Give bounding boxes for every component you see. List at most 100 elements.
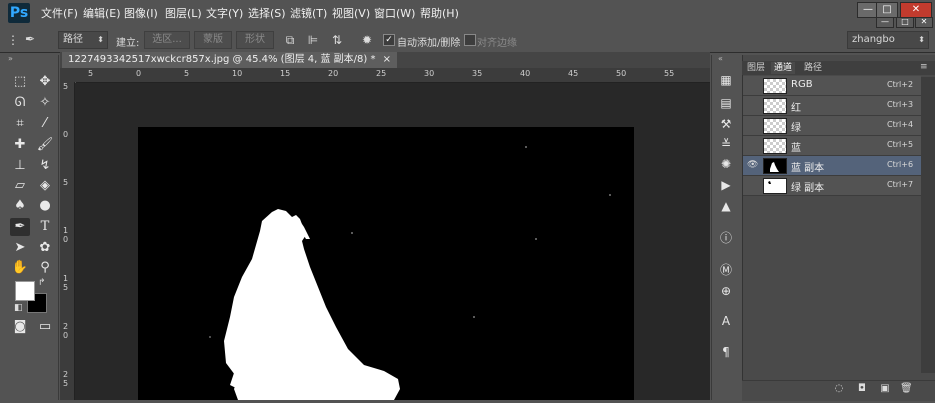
history-panel-icon[interactable]: ▦ [717, 72, 735, 88]
zoom-tool-icon[interactable]: ⚲ [35, 259, 55, 277]
trash-icon[interactable]: 🗑 [900, 383, 913, 395]
align-edges-checkbox[interactable] [464, 34, 476, 46]
eye-icon[interactable]: 👁 [747, 160, 758, 170]
properties-icon[interactable]: ⊕ [717, 283, 735, 299]
foreground-color-swatch[interactable] [15, 281, 35, 301]
make-shape-button[interactable]: 形状 [236, 31, 274, 49]
visibility-toggle[interactable] [747, 120, 757, 130]
channel-row-green[interactable]: 绿 Ctrl+4 [743, 116, 921, 136]
close-tab-icon[interactable]: × [383, 54, 391, 65]
visibility-toggle[interactable] [747, 140, 757, 150]
visibility-toggle[interactable] [747, 180, 757, 190]
menu-filter[interactable]: 滤镜(T) [290, 6, 327, 22]
history-brush-tool-icon[interactable]: ↯ [35, 157, 55, 175]
quick-mask-icon[interactable]: ◙ [10, 318, 30, 336]
tab-layers[interactable]: 图层 [744, 62, 768, 74]
visibility-toggle[interactable] [747, 80, 757, 90]
healing-brush-tool-icon[interactable]: ✚ [10, 136, 30, 154]
menu-select[interactable]: 选择(S) [248, 6, 286, 22]
save-selection-as-channel-icon[interactable]: ◘ [856, 383, 868, 395]
tab-paths[interactable]: 路径 [801, 62, 825, 74]
pen-mode-select[interactable]: 路径 ⬍ [58, 31, 108, 49]
visibility-toggle[interactable] [747, 100, 757, 110]
build-label: 建立: [116, 38, 140, 49]
menu-help[interactable]: 帮助(H) [420, 6, 459, 22]
document-tab[interactable]: 1227493342517xwckcr857x.jpg @ 45.4% (图层 … [62, 52, 398, 68]
blur-tool-icon[interactable]: ♠ [10, 197, 30, 215]
info-icon[interactable]: ⓘ [717, 230, 735, 246]
maximize-button[interactable]: □ [876, 2, 898, 18]
panel-scrollbar[interactable] [921, 77, 935, 373]
eraser-tool-icon[interactable]: ▱ [10, 177, 30, 195]
load-channel-as-selection-icon[interactable]: ◌ [833, 383, 845, 395]
tab-channels[interactable]: 通道 [771, 62, 796, 74]
close-window-button[interactable]: ✕ [900, 2, 932, 18]
channel-row-blue-copy[interactable]: 👁 蓝 副本 Ctrl+6 [743, 156, 921, 176]
paint-bucket-tool-icon[interactable]: ◈ [35, 177, 55, 195]
path-alignment-icon[interactable]: ⊫ [306, 33, 320, 47]
channel-row-red[interactable]: 红 Ctrl+3 [743, 96, 921, 116]
channel-name: 绿 副本 [791, 183, 825, 194]
menu-file[interactable]: 文件(F) [41, 6, 78, 22]
menu-edit[interactable]: 编辑(E) [83, 6, 121, 22]
collapse-icon[interactable]: « [718, 54, 723, 63]
menu-window[interactable]: 窗口(W) [374, 6, 415, 22]
document-canvas[interactable] [138, 127, 634, 400]
new-channel-icon[interactable]: ▣ [879, 383, 891, 395]
type-tool-icon[interactable]: T [35, 218, 55, 236]
ruler-tick-label: 0 [63, 130, 69, 139]
channel-row-blue[interactable]: 蓝 Ctrl+5 [743, 136, 921, 156]
hand-tool-icon[interactable]: ✋ [10, 259, 30, 277]
channel-shortcut: Ctrl+3 [887, 100, 914, 109]
paragraph-panel-icon[interactable]: ¶ [717, 344, 735, 360]
mini-bridge-icon[interactable]: Ⓜ [717, 262, 735, 278]
doc-restore-button[interactable]: □ [896, 17, 914, 28]
actions-panel-icon[interactable]: ▤ [717, 95, 735, 111]
ruler-corner [60, 68, 76, 82]
path-arrangement-icon[interactable]: ⇅ [330, 33, 344, 47]
path-operations-icon[interactable]: ⧉ [283, 33, 297, 47]
lasso-tool-icon[interactable]: ᘏ [10, 94, 30, 112]
character-panel-icon[interactable]: A [717, 313, 735, 329]
histogram-icon[interactable]: ▲ [717, 198, 735, 214]
timeline-icon[interactable]: ▶ [717, 177, 735, 193]
eyedropper-tool-icon[interactable]: ⁄ [35, 115, 55, 133]
swap-colors-icon[interactable]: ↱ [38, 278, 46, 288]
gear-icon[interactable]: ✹ [360, 33, 374, 47]
channel-name: 蓝 [791, 143, 801, 154]
menu-layer[interactable]: 图层(L) [165, 6, 202, 22]
workspace-select[interactable]: zhangbo ⬍ [847, 31, 929, 49]
make-selection-button[interactable]: 选区... [144, 31, 190, 49]
default-colors-icon[interactable]: ◧ [14, 303, 23, 313]
channel-thumbnail [763, 158, 787, 174]
brush-presets-icon[interactable]: ⚒ [717, 116, 735, 132]
doc-minimize-button[interactable]: — [876, 17, 894, 28]
auto-add-delete-checkbox[interactable]: ✓ [383, 34, 395, 46]
channel-row-rgb[interactable]: RGB Ctrl+2 [743, 76, 921, 96]
menu-type[interactable]: 文字(Y) [206, 6, 243, 22]
channel-row-green-copy[interactable]: 绿 副本 Ctrl+7 [743, 176, 921, 196]
panel-menu-icon[interactable]: ≡ [920, 62, 928, 72]
custom-shape-tool-icon[interactable]: ✿ [35, 239, 55, 257]
marquee-tool-icon[interactable]: ⬚ [10, 73, 30, 91]
clone-source-icon[interactable]: ✺ [717, 156, 735, 172]
grip-icon: ⋮ [7, 33, 19, 47]
menu-view[interactable]: 视图(V) [332, 6, 370, 22]
brush-tool-icon[interactable]: 🖌 [35, 136, 55, 154]
channel-shortcut: Ctrl+4 [887, 120, 914, 129]
magic-wand-tool-icon[interactable]: ✧ [35, 94, 55, 112]
screen-mode-icon[interactable]: ▭ [35, 318, 55, 336]
pen-preset-icon[interactable]: ✒ [20, 32, 40, 46]
doc-close-button[interactable]: ✕ [915, 17, 933, 28]
collapse-icon[interactable]: » [8, 54, 13, 63]
make-mask-button[interactable]: 蒙版 [194, 31, 232, 49]
clone-stamp-tool-icon[interactable]: ⊥ [10, 157, 30, 175]
crop-tool-icon[interactable]: ⌗ [10, 115, 30, 133]
move-tool-icon[interactable]: ✥ [35, 73, 55, 91]
thumbnail-silhouette [768, 181, 771, 184]
brush-panel-icon[interactable]: ≚ [717, 136, 735, 152]
menu-image[interactable]: 图像(I) [124, 6, 158, 22]
dodge-tool-icon[interactable]: ● [35, 197, 55, 215]
path-selection-tool-icon[interactable]: ➤ [10, 239, 30, 257]
pen-tool-icon[interactable]: ✒ [10, 218, 30, 236]
